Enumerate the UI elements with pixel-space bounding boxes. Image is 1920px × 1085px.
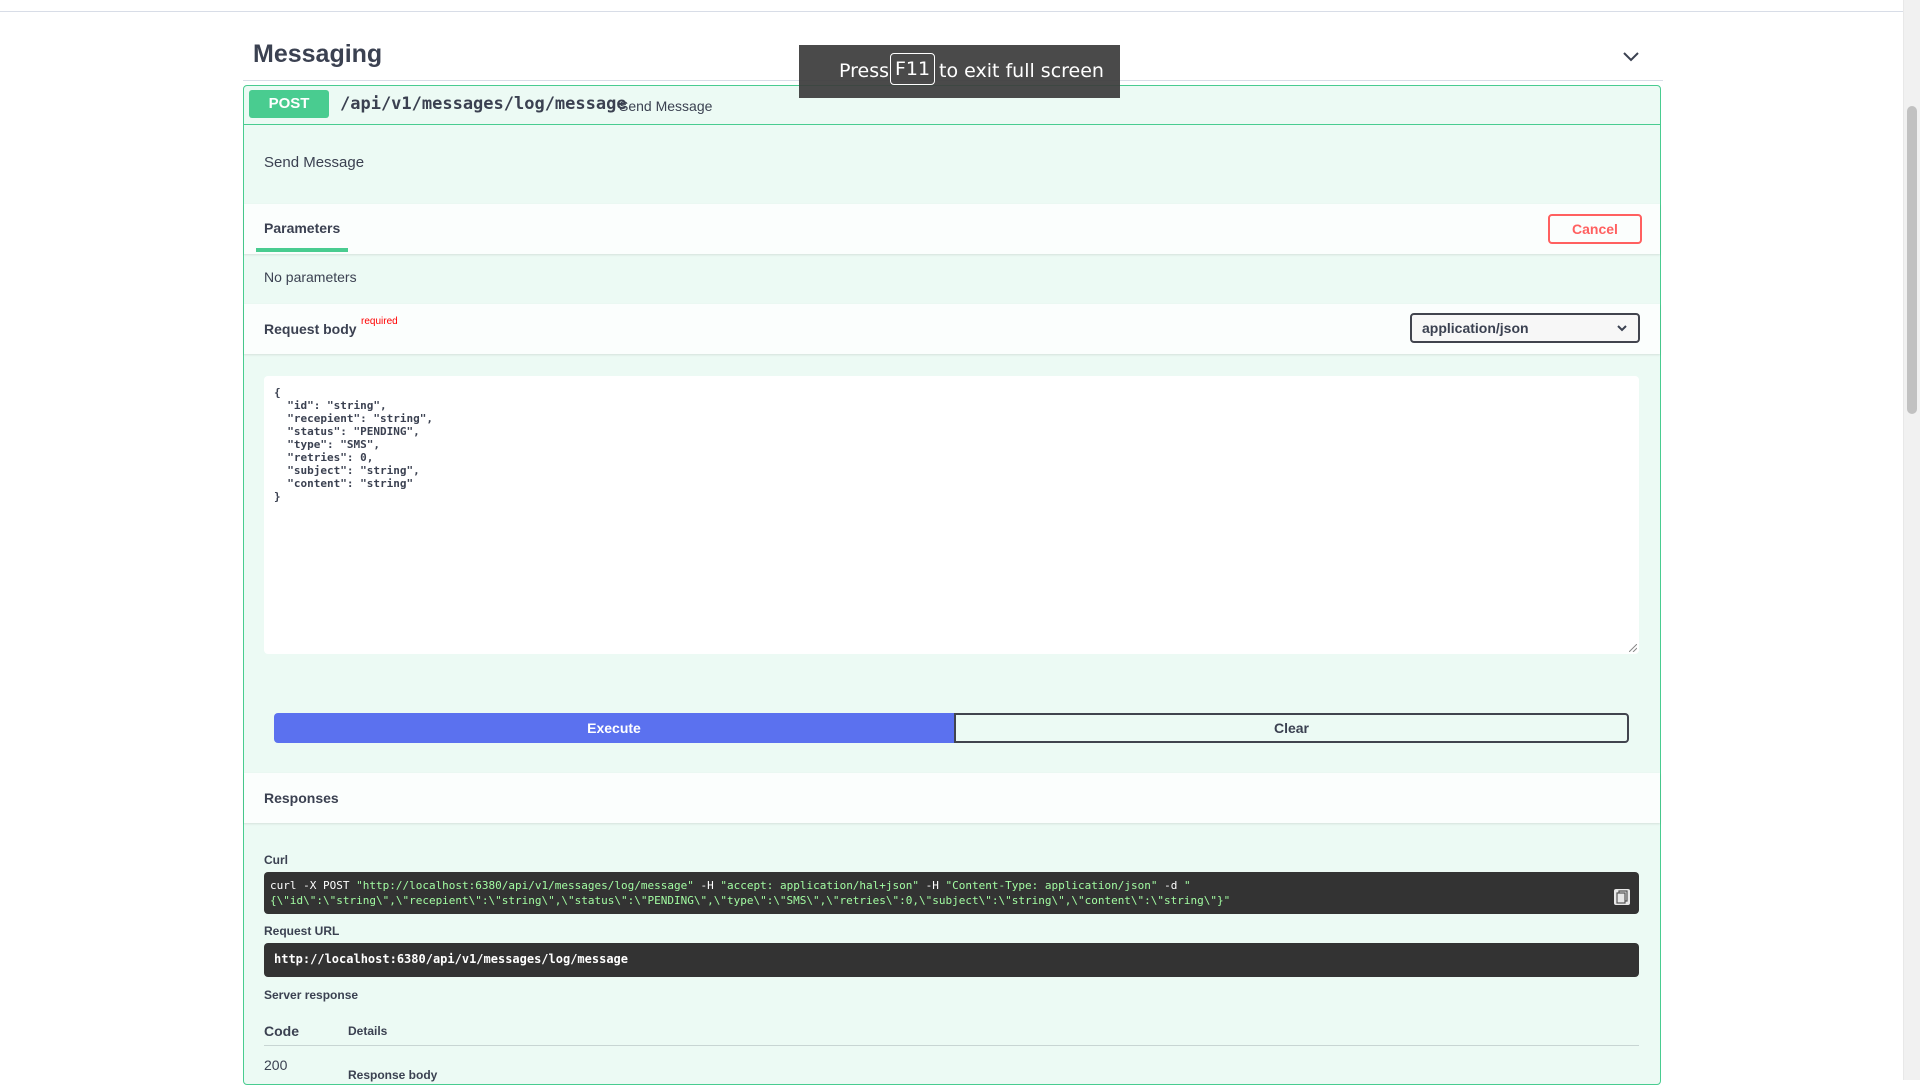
fullscreen-toast: Press F11 to exit full screen (799, 45, 1120, 98)
chevron-down-icon[interactable] (1619, 44, 1643, 68)
toast-text-before: Press (839, 60, 890, 82)
curl-data: {\"id\":\"string\",\"recepient\":\"strin… (270, 894, 1231, 907)
server-response-label: Server response (264, 988, 359, 1002)
request-body-bar: Request body required application/json (244, 304, 1660, 354)
curl-url: "http://localhost:6380/api/v1/messages/l… (356, 879, 694, 892)
execute-button-group: Execute Clear (274, 713, 1629, 743)
cancel-button[interactable]: Cancel (1548, 214, 1642, 244)
execute-button[interactable]: Execute (274, 713, 954, 743)
clear-button[interactable]: Clear (954, 713, 1629, 743)
tab-parameters[interactable]: Parameters (264, 220, 340, 236)
curl-label: Curl (264, 853, 288, 867)
request-body-label: Request body (264, 321, 357, 337)
column-header-details: Details (348, 1024, 388, 1038)
request-url-label: Request URL (264, 924, 340, 938)
vertical-scrollbar[interactable] (1903, 0, 1920, 1080)
operation-block: POST /api/v1/messages/log/message Send M… (243, 85, 1661, 1085)
chevron-down-icon (1617, 325, 1627, 332)
curl-header-accept: "accept: application/hal+json" (720, 879, 920, 892)
response-code: 200 (264, 1057, 288, 1073)
response-table-header: Code Details (264, 1019, 1639, 1046)
parameters-bar: Parameters Cancel (244, 204, 1660, 254)
required-marker: required (361, 316, 398, 327)
scrollbar-thumb[interactable] (1907, 106, 1917, 414)
copy-icon[interactable] (1613, 888, 1631, 906)
request-url-box: http://localhost:6380/api/v1/messages/lo… (264, 943, 1639, 977)
curl-cmd: curl -X POST (270, 879, 357, 892)
curl-command-box[interactable]: curl -X POST "http://localhost:6380/api/… (264, 872, 1639, 914)
column-header-code: Code (264, 1023, 299, 1039)
operation-summary-text: Send Message (619, 98, 713, 114)
top-divider (0, 0, 1904, 12)
method-badge: POST (249, 90, 329, 118)
operation-description: Send Message (264, 154, 365, 171)
content-type-select[interactable]: application/json (1410, 313, 1640, 343)
resize-handle-icon[interactable] (1629, 644, 1637, 652)
curl-header-content-type: "Content-Type: application/json" (945, 879, 1158, 892)
request-body-editor[interactable]: { "id": "string", "recepient": "string",… (264, 376, 1639, 654)
request-body-text: { "id": "string", "recepient": "string",… (274, 386, 433, 503)
responses-label: Responses (264, 790, 339, 806)
toast-text-after: to exit full screen (939, 60, 1104, 82)
curl-d-open: " (1183, 879, 1191, 892)
operation-path: /api/v1/messages/log/message (340, 94, 627, 114)
no-parameters-text: No parameters (264, 269, 357, 285)
request-url-value: http://localhost:6380/api/v1/messages/lo… (274, 952, 629, 966)
content-type-value: application/json (1422, 320, 1529, 336)
curl-d-flag: -d (1157, 879, 1184, 892)
responses-bar: Responses (244, 773, 1660, 823)
toast-key: F11 (890, 53, 936, 85)
tag-title: Messaging (253, 40, 383, 68)
curl-h2-flag: -H (919, 879, 946, 892)
curl-h1-flag: -H (693, 879, 721, 892)
tab-underline (256, 248, 348, 252)
